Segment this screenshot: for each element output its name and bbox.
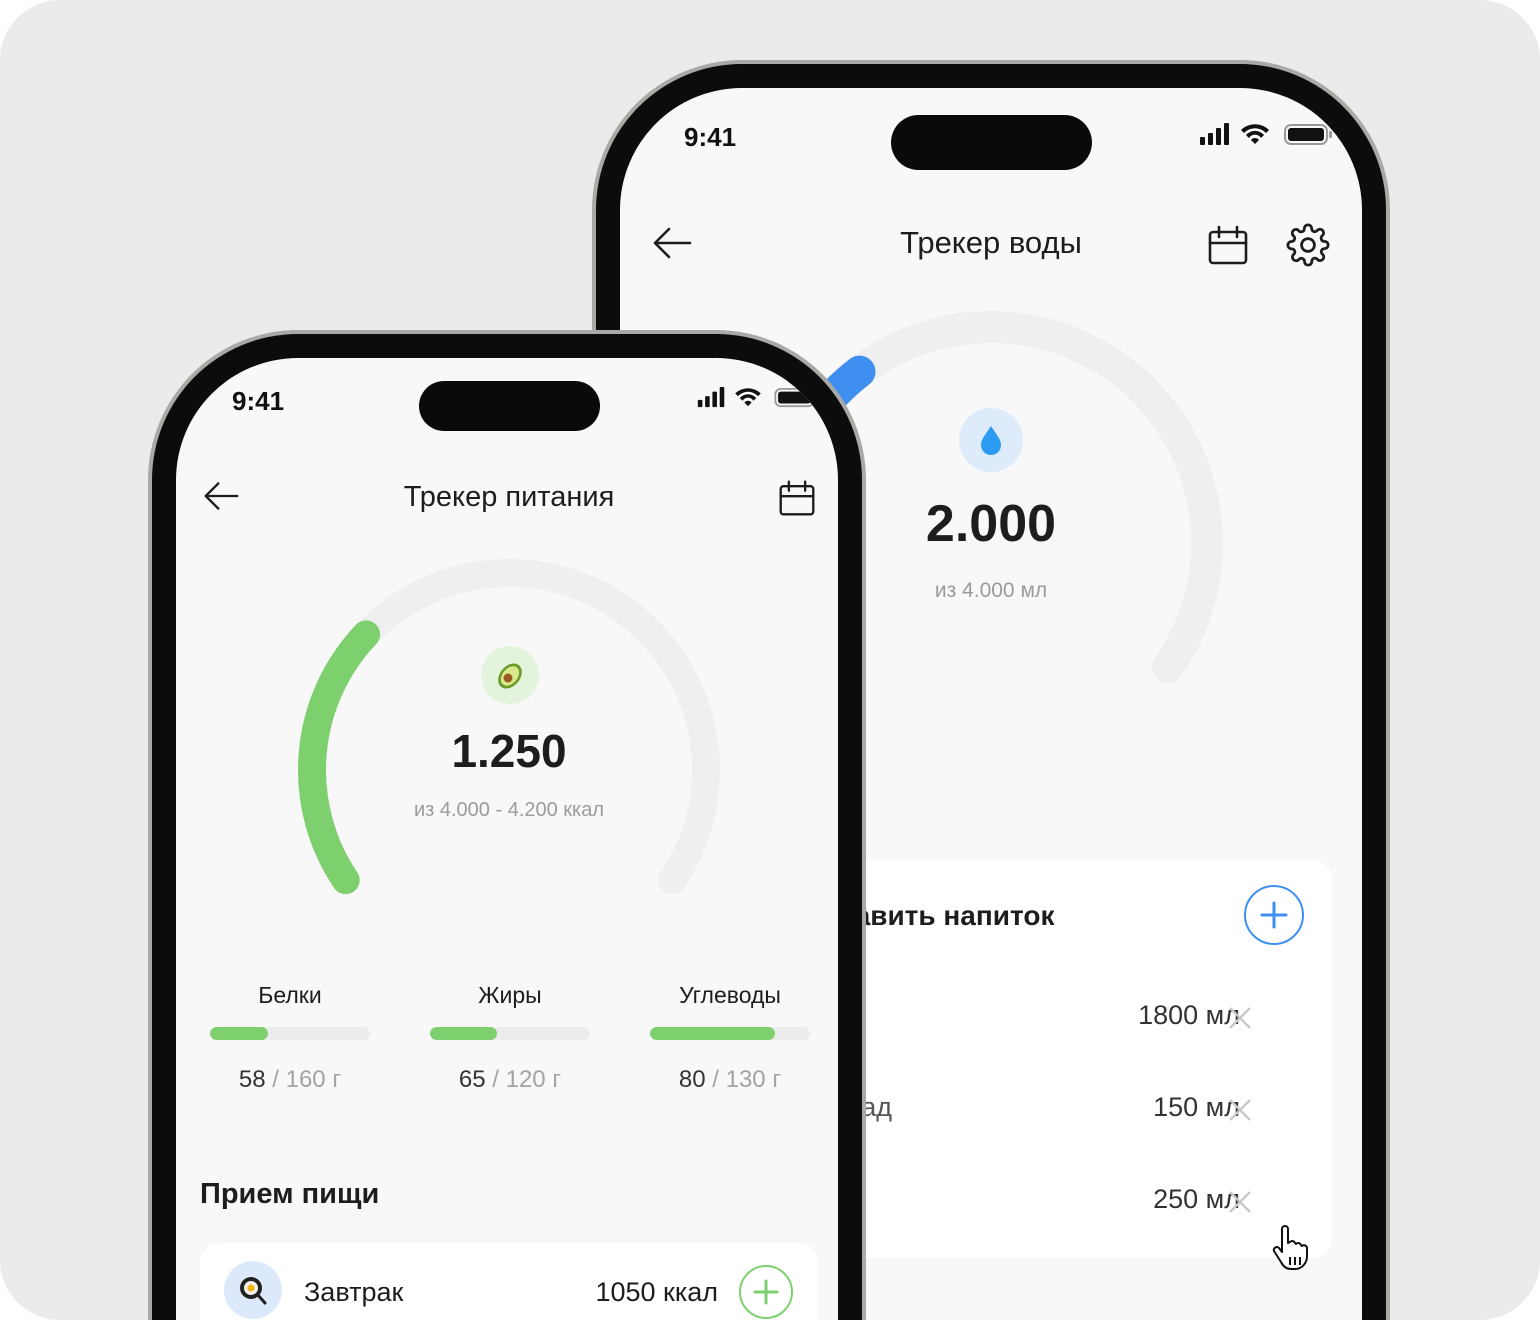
- drink-amount: 1800 мл: [1138, 1000, 1240, 1030]
- stage: 9:41 Трекер воды 2.000 из 4.000 мл Добав…: [0, 0, 1540, 1320]
- macro-value: 65 / 120 г: [458, 1066, 562, 1093]
- meal-name: Завтрак: [304, 1277, 404, 1307]
- water-value: 2.000: [925, 495, 1057, 553]
- macro-progress-bar: [210, 1027, 370, 1040]
- nutrition-screen: 9:41 Трекер питания 1.250 из 4.000 - 4.2…: [176, 358, 838, 1320]
- add-drink-button[interactable]: [1244, 885, 1304, 945]
- drink-row: 250 мл: [820, 1184, 1332, 1224]
- calorie-value: 1.250: [451, 725, 567, 777]
- nutrition-phone: 9:41 Трекер питания 1.250 из 4.000 - 4.2…: [148, 330, 866, 1320]
- macro-label: Белки: [258, 982, 322, 1008]
- macro-2: Углеводы 80 / 130 г: [650, 982, 810, 1094]
- meals-title: Прием пищи: [200, 1178, 380, 1210]
- macro-progress-bar: [650, 1027, 810, 1040]
- remove-drink-x-icon[interactable]: [1228, 1190, 1252, 1214]
- drink-amount: 250 мл: [1153, 1184, 1240, 1214]
- hand-cursor-icon: [1270, 1225, 1310, 1271]
- remove-drink-x-icon[interactable]: [1228, 1098, 1252, 1122]
- gauge-fill: [298, 620, 381, 895]
- meal-calories: 1050 ккал: [595, 1277, 718, 1307]
- macro-value: 58 / 160 г: [238, 1066, 342, 1093]
- drink-row: Лимонад 150 мл: [780, 1092, 1332, 1132]
- frying-pan-icon: [224, 1261, 282, 1319]
- macro-value: 80 / 130 г: [678, 1066, 782, 1093]
- drink-amount: 150 мл: [1153, 1092, 1240, 1122]
- water-goal: из 4.000 мл: [934, 579, 1048, 602]
- macro-progress-bar: [430, 1027, 590, 1040]
- water-drop-icon: [959, 408, 1023, 472]
- macro-0: Белки 58 / 160 г: [210, 982, 370, 1094]
- macro-label: Жиры: [478, 982, 542, 1008]
- remove-drink-x-icon[interactable]: [1228, 1006, 1252, 1030]
- macro-1: Жиры 65 / 120 г: [430, 982, 590, 1094]
- meal-card-breakfast[interactable]: Завтрак 1050 ккал: [200, 1243, 818, 1320]
- add-drink-card: Добавить напиток 1800 мл Лимонад 150 мл …: [780, 860, 1332, 1258]
- add-meal-button[interactable]: [739, 1265, 793, 1319]
- macro-label: Углеводы: [679, 982, 781, 1008]
- drink-row: 1800 мл: [820, 1000, 1332, 1040]
- avocado-icon: [481, 646, 539, 704]
- calorie-goal: из 4.000 - 4.200 ккал: [413, 799, 605, 821]
